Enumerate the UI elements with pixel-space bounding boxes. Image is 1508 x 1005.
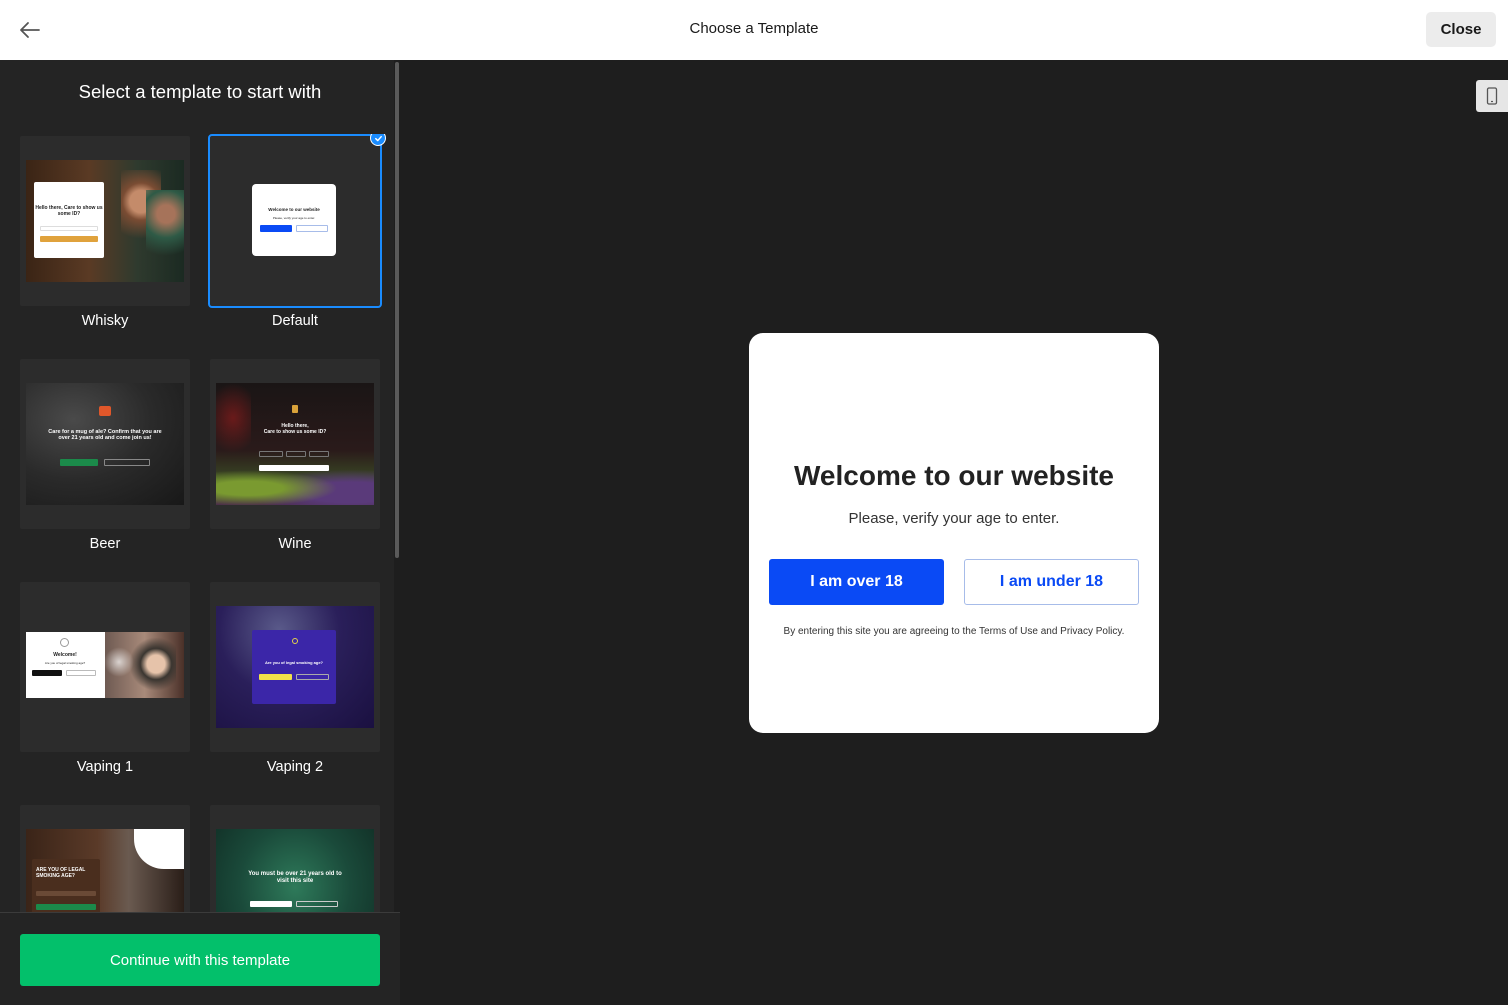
close-button[interactable]: Close — [1426, 12, 1496, 47]
sidebar-footer: Continue with this template — [0, 912, 400, 1005]
template-thumbnail: Welcome! Are you of legal smoking age? — [20, 582, 190, 752]
continue-button[interactable]: Continue with this template — [20, 934, 380, 986]
template-thumbnail: Hello there, Care to show us some ID? — [20, 136, 190, 306]
mobile-view-toggle[interactable] — [1476, 80, 1508, 112]
template-thumbnail: You must be over 21 years old to visit t… — [210, 805, 380, 912]
page-title: Choose a Template — [689, 20, 819, 37]
top-bar: Choose a Template Close — [0, 0, 1508, 60]
beer-preview-image: Care for a mug of ale? Confirm that you … — [26, 383, 184, 505]
template-name: Default — [272, 313, 318, 329]
template-thumbnail: Are you of legal smoking age? — [210, 582, 380, 752]
template-name: Whisky — [81, 313, 129, 329]
template-name: Beer — [89, 536, 121, 552]
under-18-button[interactable]: I am under 18 — [964, 559, 1139, 605]
template-grid: Hello there, Care to show us some ID? Wh… — [0, 134, 393, 912]
age-verification-modal: Welcome to our website Please, verify yo… — [749, 333, 1159, 733]
mobile-phone-icon — [1486, 87, 1498, 105]
template-thumbnail: ARE YOU OF LEGAL SMOKING AGE? — [20, 805, 190, 912]
over-18-button[interactable]: I am over 18 — [769, 559, 944, 605]
vaping-2-preview-image: Are you of legal smoking age? — [216, 606, 374, 728]
template-thumbnail: Care for a mug of ale? Confirm that you … — [20, 359, 190, 529]
legal-text: By entering this site you are agreeing t… — [783, 626, 1125, 637]
modal-title: Welcome to our website — [794, 460, 1114, 491]
sidebar-heading: Select a template to start with — [78, 81, 322, 102]
modal-subtitle: Please, verify your age to enter. — [848, 510, 1060, 527]
whisky-preview-image: Hello there, Care to show us some ID? — [26, 160, 184, 282]
wine-preview-image: Hello there, Care to show us some ID? — [216, 383, 374, 505]
selected-check-icon — [370, 134, 386, 146]
template-thumbnail: Hello there, Care to show us some ID? — [210, 359, 380, 529]
template-name: Vaping 1 — [76, 759, 134, 775]
smoking-preview-image: ARE YOU OF LEGAL SMOKING AGE? — [26, 829, 184, 912]
vaping-1-preview-image: Welcome! Are you of legal smoking age? — [26, 632, 184, 698]
template-preview: Welcome to our website Please, verify yo… — [400, 60, 1508, 1005]
cannabis-preview-image: You must be over 21 years old to visit t… — [216, 829, 374, 912]
template-sidebar: Select a template to start with Hello th… — [0, 60, 400, 1005]
template-thumbnail: Welcome to our website Please, verify yo… — [208, 134, 382, 308]
template-name: Wine — [278, 536, 312, 552]
scrollbar-thumb[interactable] — [395, 62, 399, 558]
template-name: Vaping 2 — [266, 759, 324, 775]
